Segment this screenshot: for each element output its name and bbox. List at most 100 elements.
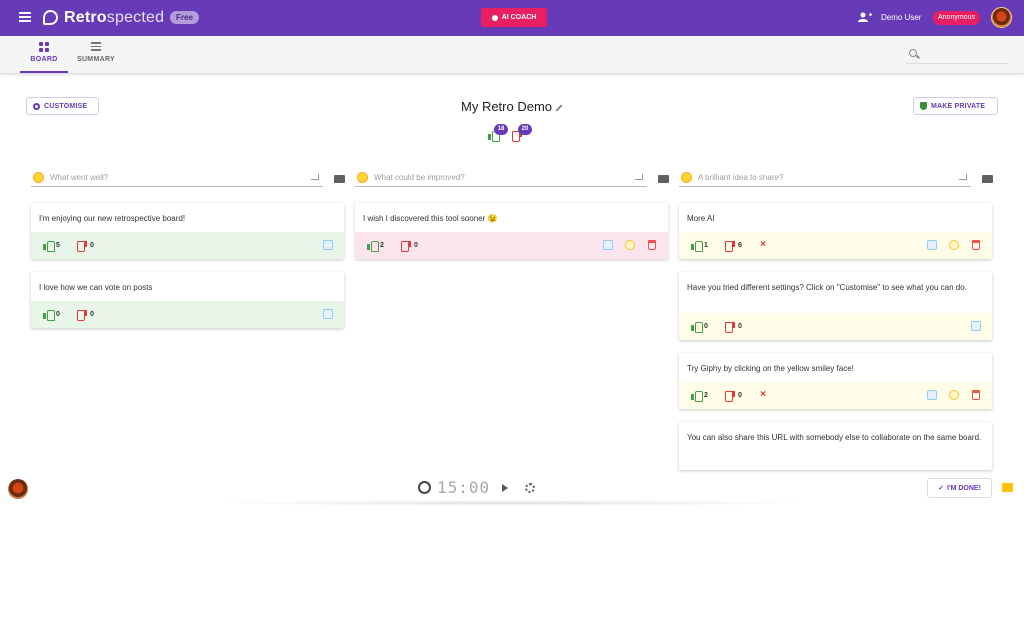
upvote-button[interactable]: 0 xyxy=(43,310,60,321)
total-up-votes: 18 xyxy=(494,124,508,135)
post-text: Try Giphy by clicking on the yellow smil… xyxy=(687,364,854,373)
post-card[interactable]: I love how we can vote on posts 0 0 xyxy=(31,272,344,328)
brand-name[interactable]: Retrospected xyxy=(64,9,164,27)
thumb-up-icon xyxy=(43,241,55,252)
post-footer: 5 0 xyxy=(31,232,344,259)
downvote-count: 0 xyxy=(738,323,742,330)
folder-icon[interactable] xyxy=(982,175,993,183)
downvote-button[interactable]: 0 xyxy=(725,322,742,333)
tab-board[interactable]: BOARD xyxy=(20,36,68,73)
cancel-vote-icon[interactable]: × xyxy=(758,240,768,250)
copy-icon[interactable] xyxy=(927,390,937,400)
upvote-count: 1 xyxy=(704,242,708,249)
post-text: I wish I discovered this tool sooner 😉 xyxy=(363,214,498,223)
column-2-placeholder: What could be improved? xyxy=(374,173,465,182)
downvote-count: 0 xyxy=(90,242,94,249)
make-private-button[interactable]: MAKE PRIVATE xyxy=(913,97,998,115)
ai-coach-button[interactable]: AI COACH xyxy=(481,8,547,27)
copy-icon[interactable] xyxy=(323,309,333,319)
column-3-input[interactable]: A brilliant idea to share? xyxy=(679,169,971,187)
post-card[interactable]: Try Giphy by clicking on the yellow smil… xyxy=(679,353,992,409)
copy-icon[interactable] xyxy=(603,240,613,250)
copy-icon[interactable] xyxy=(927,240,937,250)
smile-icon xyxy=(357,172,368,183)
timer-settings-icon[interactable] xyxy=(525,483,535,493)
giphy-smile-icon[interactable] xyxy=(625,240,635,250)
account-icon[interactable] xyxy=(858,12,872,22)
folder-icon[interactable] xyxy=(334,175,345,183)
upvote-count: 5 xyxy=(56,242,60,249)
bottom-bar: 15:00 ✓ I'M DONE! xyxy=(0,470,1024,506)
post-card[interactable]: More AI 1 6 × xyxy=(679,203,992,259)
copy-icon[interactable] xyxy=(971,321,981,331)
user-name[interactable]: Demo User xyxy=(881,13,921,22)
cancel-vote-icon[interactable]: × xyxy=(758,390,768,400)
shield-icon xyxy=(920,102,927,110)
post-card[interactable]: I wish I discovered this tool sooner 😉 2… xyxy=(355,203,668,259)
downvote-button[interactable]: 0 xyxy=(401,241,418,252)
folder-icon[interactable] xyxy=(658,175,669,183)
enter-icon[interactable] xyxy=(635,174,643,180)
search-input[interactable] xyxy=(906,46,1008,64)
copy-icon[interactable] xyxy=(323,240,333,250)
plan-badge: Free xyxy=(170,11,199,24)
post-text: You can also share this URL with somebod… xyxy=(687,433,982,442)
anonymous-badge: Anonymous xyxy=(933,11,980,25)
list-icon xyxy=(91,42,101,52)
upvote-button[interactable]: 1 xyxy=(691,241,708,252)
delete-icon[interactable] xyxy=(972,390,980,400)
column-1-placeholder: What went well? xyxy=(50,173,109,182)
downvote-button[interactable]: 0 xyxy=(77,310,94,321)
thumb-down-icon xyxy=(725,322,735,333)
delete-icon[interactable] xyxy=(648,240,656,250)
upvote-button[interactable]: 5 xyxy=(43,241,60,252)
edit-title-icon[interactable] xyxy=(555,104,563,112)
play-icon[interactable] xyxy=(502,484,508,492)
post-card[interactable]: Have you tried different settings? Click… xyxy=(679,272,992,340)
retrospected-app: Retrospected Free AI COACH Demo User Ano… xyxy=(0,0,1024,643)
avatar[interactable] xyxy=(991,7,1012,28)
bottom-divider xyxy=(210,500,810,506)
customise-button[interactable]: CUSTOMISE xyxy=(26,97,99,115)
enter-icon[interactable] xyxy=(959,174,967,180)
post-text: I love how we can vote on posts xyxy=(39,283,153,292)
search-icon xyxy=(909,49,917,57)
delete-icon[interactable] xyxy=(972,240,980,250)
downvote-count: 0 xyxy=(90,311,94,318)
chat-icon[interactable] xyxy=(1002,483,1013,492)
post-footer: 0 0 xyxy=(31,301,344,328)
smile-icon xyxy=(681,172,692,183)
enter-icon[interactable] xyxy=(311,174,319,180)
tab-bar: BOARD SUMMARY xyxy=(0,36,1024,74)
upvote-button[interactable]: 0 xyxy=(691,322,708,333)
column-2-input[interactable]: What could be improved? xyxy=(355,169,647,187)
downvote-button[interactable]: 0 xyxy=(77,241,94,252)
customise-label: CUSTOMISE xyxy=(44,102,88,110)
downvote-button[interactable]: 0 xyxy=(725,391,742,402)
giphy-smile-icon[interactable] xyxy=(949,240,959,250)
thumb-up-icon xyxy=(43,310,55,321)
thumb-down-icon xyxy=(77,241,87,252)
column-3-placeholder: A brilliant idea to share? xyxy=(698,173,784,182)
upvote-count: 2 xyxy=(704,392,708,399)
upvote-button[interactable]: 2 xyxy=(691,391,708,402)
post-card[interactable]: I'm enjoying our new retrospective board… xyxy=(31,203,344,259)
upvote-button[interactable]: 2 xyxy=(367,241,384,252)
post-footer: 1 6 × xyxy=(679,232,992,259)
tab-summary-label: SUMMARY xyxy=(76,56,115,63)
check-icon: ✓ xyxy=(938,485,944,492)
participant-avatar[interactable] xyxy=(8,479,28,499)
downvote-button[interactable]: 6 xyxy=(725,241,742,252)
column-1-input[interactable]: What went well? xyxy=(31,169,323,187)
tab-board-label: BOARD xyxy=(30,56,58,63)
make-private-label: MAKE PRIVATE xyxy=(931,102,986,110)
post-card[interactable]: You can also share this URL with somebod… xyxy=(679,422,992,470)
giphy-smile-icon[interactable] xyxy=(949,390,959,400)
tab-summary[interactable]: SUMMARY xyxy=(72,36,120,73)
ai-coach-label: AI COACH xyxy=(501,14,537,21)
page-title[interactable]: My Retro Demo xyxy=(461,99,563,114)
upvote-count: 2 xyxy=(380,242,384,249)
done-button[interactable]: ✓ I'M DONE! xyxy=(927,478,992,498)
menu-icon[interactable] xyxy=(19,12,31,22)
downvote-count: 6 xyxy=(738,242,742,249)
